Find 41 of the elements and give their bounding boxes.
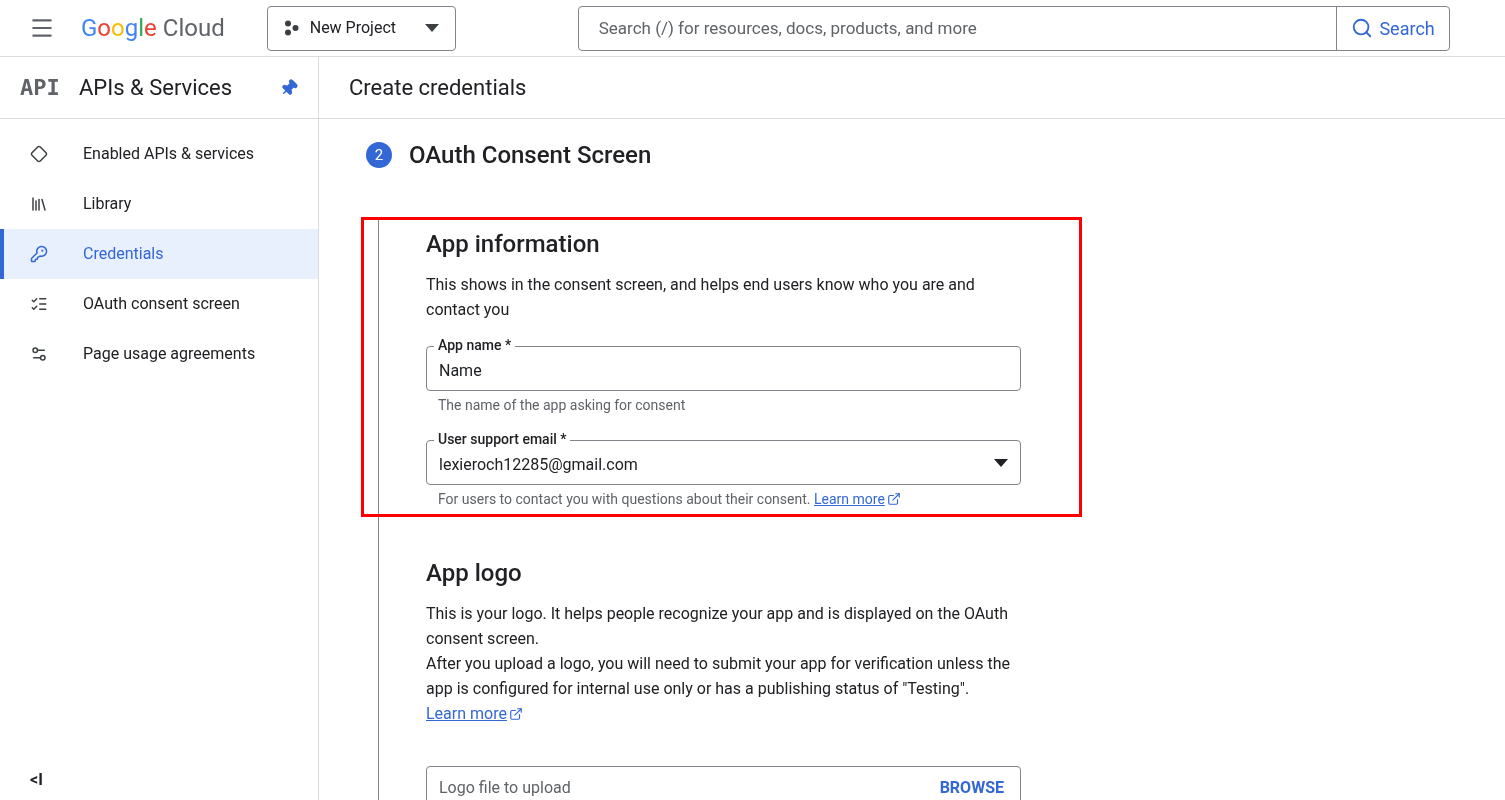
search-icon <box>1351 17 1374 39</box>
search-button[interactable]: Search <box>1336 6 1449 50</box>
dropdown-caret-icon <box>994 458 1008 467</box>
step-number: 2 <box>366 142 392 168</box>
field-hint: For users to contact you with questions about their consent. Learn more <box>426 485 1021 510</box>
key-icon <box>30 245 48 263</box>
field-label: User support email * <box>434 430 571 448</box>
step-title: OAuth Consent Screen <box>409 140 652 171</box>
sidebar-item[interactable]: Enabled APIs & services <box>0 129 318 179</box>
sidebar-item[interactable]: OAuth consent screen <box>0 279 318 329</box>
field-label: App name * <box>434 336 516 354</box>
learn-more-link[interactable]: Learn more <box>814 491 901 507</box>
sidebar-item[interactable]: Library <box>0 179 318 229</box>
browse-button[interactable]: BROWSE <box>935 776 1008 800</box>
api-label: API <box>20 74 61 102</box>
field-hint: The name of the app asking for consent <box>437 396 687 415</box>
field-value: Name <box>439 359 483 382</box>
search-bar[interactable]: Search (/) for resources, docs, products, and more Search <box>577 5 1450 51</box>
settings-icon <box>30 345 48 363</box>
product-logo[interactable]: Google Cloud <box>81 10 225 46</box>
description-text: This shows in the consent screen, and helps end users know who you are and contact you <box>426 274 976 321</box>
collapse-button[interactable]: <I <box>30 768 43 792</box>
sidebar-item[interactable]: Page usage agreements <box>0 329 318 379</box>
description-text: This is your logo. It helps people recognize your app and is displayed on the OAuth consent screen. <box>426 603 1009 650</box>
sidebar-title: APIs & Services <box>79 74 233 102</box>
section-title: App information <box>426 229 601 260</box>
search-field[interactable]: Search (/) for resources, docs, products, and more <box>578 6 1337 50</box>
project-picker[interactable]: New Project <box>266 5 456 51</box>
checklist-icon <box>30 295 48 313</box>
library-icon <box>30 195 48 213</box>
description-text: After you upload a logo, you will need to submit your app for verification unless the app is configured for internal use only or has a publishing status of "Testing". <box>426 653 1012 700</box>
sidebar-item[interactable]: Credentials <box>0 229 318 279</box>
file-upload-field[interactable]: Logo file to upload BROWSE <box>426 766 1021 800</box>
dropdown-caret-icon <box>424 24 439 32</box>
external-link-icon <box>508 707 523 721</box>
learn-more-link[interactable]: Learn more <box>426 704 523 723</box>
external-link-icon <box>886 492 901 506</box>
page-title: Create credentials <box>349 74 527 102</box>
field-value: lexieroch12285@gmail.com <box>439 453 639 476</box>
diamond-icon <box>30 145 48 163</box>
section-title: App logo <box>426 558 523 589</box>
